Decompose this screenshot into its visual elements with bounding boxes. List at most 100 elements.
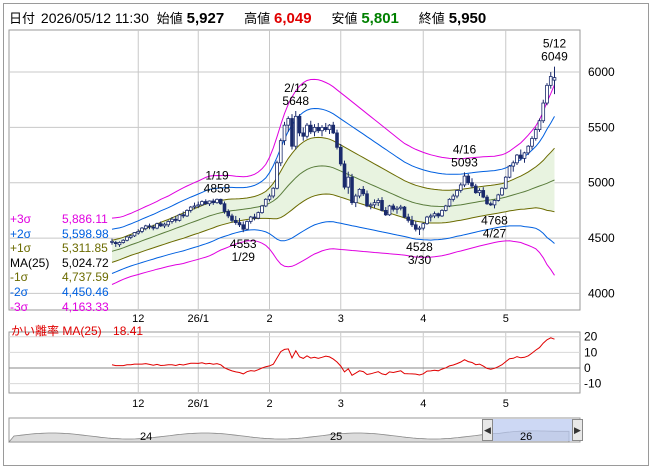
candle-up — [162, 223, 167, 227]
annotation-price: 5093 — [451, 155, 478, 169]
candle-up — [537, 120, 542, 131]
candle-down — [436, 213, 441, 217]
legend-minus1: -1σ 4,737.59 — [10, 270, 109, 285]
candle-up — [196, 204, 201, 207]
candle-up — [368, 204, 373, 207]
scroll-right-icon[interactable]: ▶ — [572, 419, 583, 441]
price-tick-label: 6000 — [588, 65, 615, 79]
candle-down — [350, 176, 354, 204]
candle-up — [417, 227, 422, 230]
legend-minus2: -2σ 4,450.46 — [10, 284, 109, 299]
candle-up — [263, 198, 268, 207]
legend-minus3: -3σ 4,163.33 — [10, 299, 109, 314]
candle-up — [492, 200, 497, 206]
candle-down — [151, 226, 156, 229]
candle-up — [530, 138, 534, 147]
candle-up — [215, 198, 219, 204]
legend-plus2: +2σ 5,598.98 — [10, 226, 109, 241]
candle-up — [353, 195, 358, 204]
annotation-date: 4/27 — [483, 226, 507, 240]
candle-down — [290, 118, 294, 147]
x-tick-label: 4 — [420, 313, 426, 325]
x-tick-label: 5 — [503, 313, 509, 325]
candle-down — [473, 185, 478, 194]
candle-down — [301, 132, 306, 137]
candle-up — [207, 200, 212, 205]
candle-up — [136, 231, 141, 234]
candle-down — [481, 190, 486, 198]
candle-up — [496, 194, 501, 201]
candle-up — [256, 212, 261, 219]
x-tick-label-lower: 26/1 — [188, 398, 209, 410]
candle-up — [421, 223, 426, 229]
candle-up — [462, 175, 467, 186]
candle-up — [185, 209, 189, 217]
annotation-price: 4528 — [406, 240, 433, 254]
candle-up — [387, 205, 392, 216]
price-tick-label: 5000 — [588, 176, 615, 190]
candle-up — [357, 188, 362, 197]
divergence-label: かい離率 MA(25) 18.41 — [11, 322, 143, 339]
candle-down — [470, 182, 474, 187]
candle-up — [515, 154, 519, 164]
annotation-price: 4858 — [204, 181, 231, 195]
candle-up — [275, 162, 279, 189]
candle-up — [293, 115, 298, 147]
divergence-tick-label: -10 — [584, 377, 602, 391]
candle-up — [500, 187, 504, 196]
candle-down — [406, 216, 411, 221]
candle-up — [440, 209, 444, 217]
candle-down — [218, 198, 223, 205]
x-tick-label-lower: 12 — [132, 398, 144, 410]
candle-up — [398, 206, 403, 209]
candle-down — [158, 223, 163, 227]
candle-up — [166, 221, 171, 226]
candle-up — [110, 240, 114, 243]
divergence-tick-label: 20 — [584, 330, 598, 344]
x-tick-label-lower: 4 — [420, 398, 426, 410]
candle-up — [267, 195, 272, 200]
candle-up — [455, 190, 459, 197]
candle-down — [233, 219, 238, 223]
candle-down — [383, 209, 388, 216]
candle-up — [200, 201, 204, 206]
navigator-window — [493, 419, 572, 441]
annotation-date: 1/29 — [232, 250, 256, 264]
candle-down — [335, 132, 339, 148]
divergence-tick-label: 0 — [584, 361, 591, 375]
candle-up — [511, 162, 516, 167]
candle-up — [286, 118, 291, 126]
annotation-date: 1/19 — [205, 168, 229, 182]
navigator-tick-label: 26 — [520, 431, 532, 443]
candle-up — [451, 195, 456, 200]
candle-down — [323, 126, 328, 131]
candle-down — [518, 154, 523, 159]
x-tick-label-lower: 5 — [503, 398, 509, 410]
candle-up — [143, 225, 148, 230]
candle-up — [376, 200, 381, 204]
x-tick-label-lower: 3 — [338, 398, 344, 410]
candle-up — [117, 242, 122, 246]
scroll-left-icon[interactable]: ◀ — [482, 419, 493, 441]
candle-up — [192, 205, 197, 208]
candle-up — [432, 213, 437, 217]
annotation-date: 3/30 — [408, 253, 432, 267]
annotation-date: 5/12 — [543, 37, 567, 51]
candle-up — [507, 165, 512, 178]
candle-up — [447, 198, 452, 207]
candle-up — [541, 102, 546, 122]
bollinger-legend: +3σ 5,886.11 +2σ 5,598.98 +1σ 5,311.85 MA(2… — [10, 212, 109, 314]
candle-up — [320, 126, 324, 132]
annotation-price: 4553 — [230, 237, 257, 251]
candle-down — [203, 201, 208, 205]
divergence-value: 18.41 — [113, 324, 144, 338]
candle-up — [282, 124, 287, 142]
candle-up — [526, 145, 531, 154]
candle-up — [548, 76, 553, 86]
candle-up — [346, 176, 351, 188]
candle-up — [443, 205, 448, 211]
candle-down — [410, 219, 414, 226]
annotation-date: 2/12 — [284, 81, 308, 95]
candle-down — [226, 211, 231, 217]
candle-up — [188, 206, 193, 211]
